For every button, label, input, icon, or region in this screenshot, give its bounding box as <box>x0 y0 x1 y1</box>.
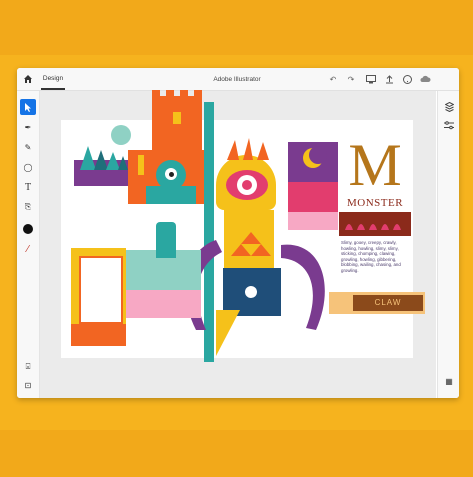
selection-tool[interactable] <box>20 99 36 115</box>
art-orange-base <box>71 324 126 346</box>
home-icon <box>24 75 32 83</box>
artboard: M MONSTER Slimy, gooey, creepy, crawly, … <box>61 90 425 362</box>
art-drips <box>345 224 401 230</box>
art-flame <box>138 155 144 175</box>
share-icon <box>366 74 376 83</box>
art-castle-tower <box>152 90 202 152</box>
share-button[interactable] <box>365 68 377 90</box>
background-stripe-top <box>0 0 473 55</box>
pencil-icon: ✎ <box>24 142 32 152</box>
tools-panel: ✒ ✎ ◯ T ⎘ ⁄ ⌻ ⊡ <box>17 91 40 398</box>
camera-icon: ⌻ <box>25 362 31 371</box>
redo-icon: ↷ <box>347 74 355 84</box>
app-title: Adobe Illustrator <box>213 75 261 83</box>
art-cyclops-pupil <box>242 180 252 190</box>
art-monster-pupil <box>169 172 174 177</box>
art-pine-trees <box>80 146 128 170</box>
undo-button[interactable]: ↶ <box>327 68 339 90</box>
upload-button[interactable] <box>383 68 395 90</box>
properties-icon <box>444 120 454 129</box>
tab-design[interactable]: Design <box>41 68 65 90</box>
art-word-monster: MONSTER <box>346 197 404 209</box>
background-stripe-bottom <box>0 430 473 477</box>
properties-button[interactable] <box>441 117 457 133</box>
home-button[interactable] <box>19 68 37 90</box>
canvas-area[interactable]: M MONSTER Slimy, gooey, creepy, crawly, … <box>40 90 436 398</box>
art-pink-light <box>288 212 338 230</box>
place-image-icon: ⎘ <box>24 202 32 211</box>
right-panel: ▦ <box>437 91 459 398</box>
fill-color-swatch[interactable] <box>23 224 33 234</box>
top-bar: Design Adobe Illustrator ↶ ↷ <box>17 68 459 91</box>
art-tentacle-right <box>281 244 325 330</box>
pencil-tool[interactable]: ✎ <box>20 139 36 155</box>
cloud-button[interactable] <box>419 68 431 90</box>
layers-button[interactable] <box>441 99 457 115</box>
pen-tool[interactable]: ✒ <box>20 119 36 135</box>
art-body-text: Slimy, gooey, creepy, crawly, howling, h… <box>341 240 401 273</box>
art-moon-shadow <box>309 146 327 164</box>
import-icon: ⊡ <box>24 380 32 390</box>
libraries-button[interactable]: ▦ <box>441 373 457 389</box>
camera-button[interactable]: ⌻ <box>20 359 36 375</box>
art-circle-mint <box>111 125 131 145</box>
art-triangle-pattern <box>231 232 271 256</box>
arrow-icon <box>25 102 31 112</box>
pen-icon: ✒ <box>24 122 32 132</box>
layers-icon <box>444 102 454 112</box>
ellipse-icon: ◯ <box>23 162 33 172</box>
shape-tool[interactable]: ◯ <box>20 159 36 175</box>
art-pink-block <box>288 182 338 212</box>
art-big-letter-m: M <box>348 132 402 198</box>
art-monster-horns <box>227 138 269 160</box>
app-window: Design Adobe Illustrator ↶ ↷ ✒ ✎ ◯ T ⎘ ⁄… <box>17 68 459 398</box>
type-icon: T <box>24 181 32 193</box>
stroke-none-icon: ⁄ <box>27 243 29 255</box>
upload-icon <box>385 74 393 83</box>
type-tool[interactable]: T <box>20 179 36 195</box>
place-button[interactable]: ⊡ <box>20 377 36 393</box>
cloud-icon <box>420 75 431 82</box>
help-button[interactable] <box>401 68 413 90</box>
art-white-window <box>79 256 123 324</box>
art-small-eye <box>245 286 257 298</box>
art-claw-label: CLAW <box>353 295 423 311</box>
help-icon <box>402 74 412 84</box>
art-pink-panel <box>126 290 201 318</box>
redo-button[interactable]: ↷ <box>345 68 357 90</box>
art-teal-hand <box>156 222 176 258</box>
libraries-icon: ▦ <box>445 376 453 386</box>
undo-icon: ↶ <box>329 74 337 84</box>
art-monster-body <box>146 186 196 204</box>
image-tool[interactable]: ⎘ <box>20 199 36 215</box>
stroke-swatch[interactable]: ⁄ <box>20 241 36 257</box>
